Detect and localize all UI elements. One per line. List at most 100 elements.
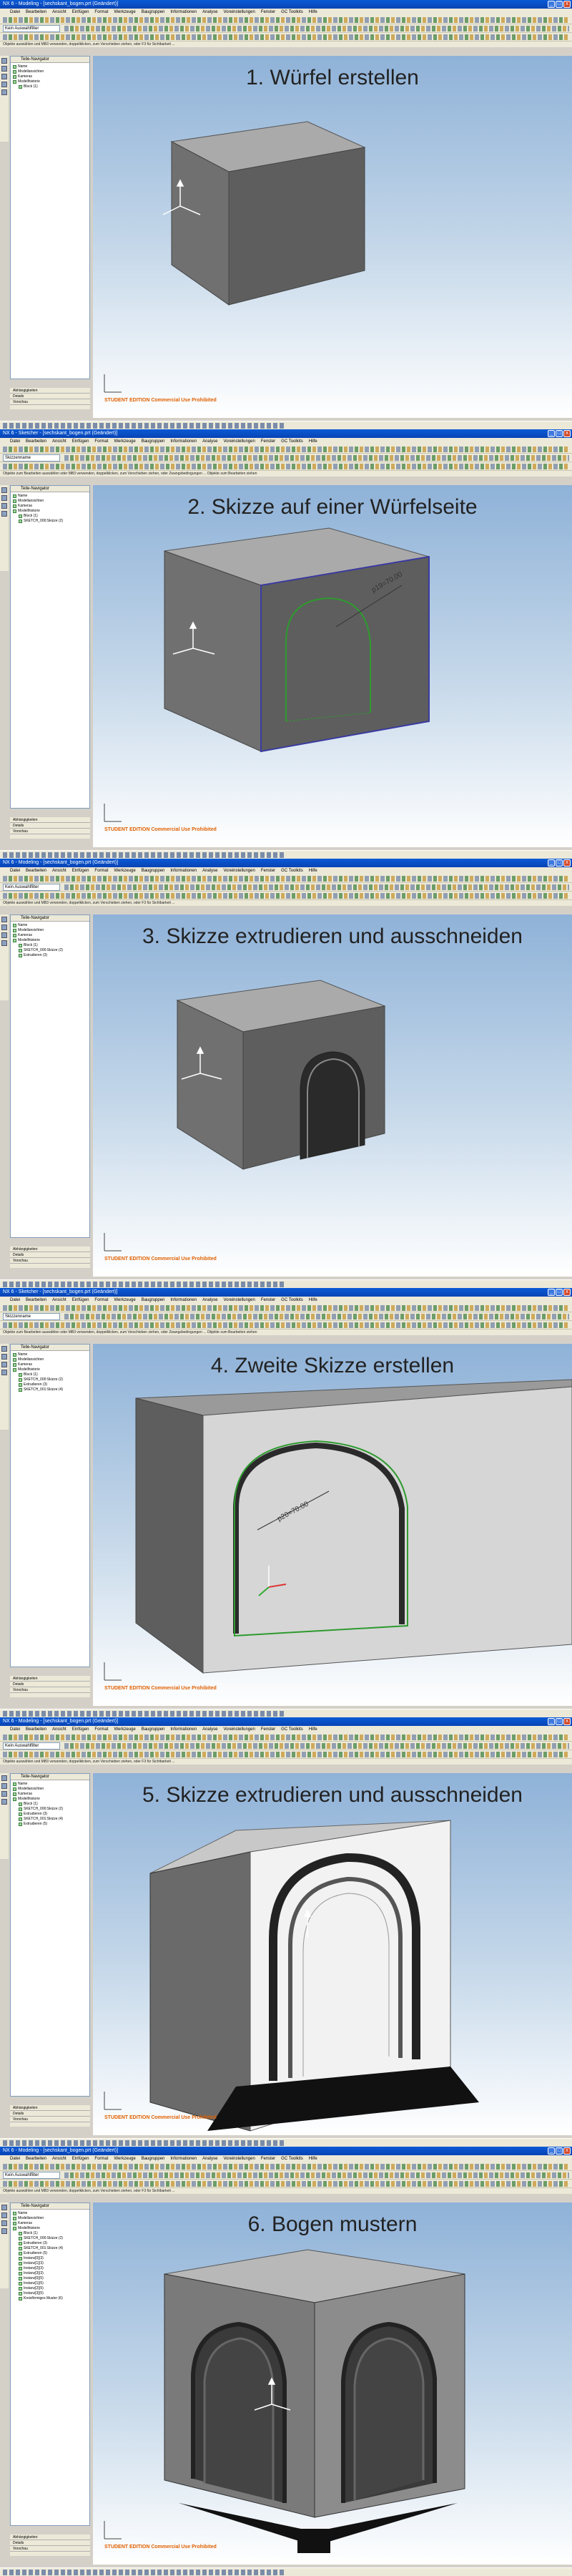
tree-item[interactable]: Block (1)	[13, 2231, 89, 2236]
menu-item-werkzeuge[interactable]: Werkzeuge	[114, 1297, 135, 1304]
standard-toolbar[interactable]	[0, 16, 572, 24]
tree-item[interactable]: SKETCH_001:Skizze (4)	[13, 1817, 89, 1822]
menu-item-hilfe[interactable]: Hilfe	[309, 9, 317, 16]
tree-item[interactable]: Name	[13, 1782, 89, 1787]
minimize-button[interactable]: _	[548, 1289, 555, 1296]
tree-item[interactable]: Instanz[1](3)	[13, 2261, 89, 2266]
menu-item-hilfe[interactable]: Hilfe	[309, 2155, 317, 2162]
assembly-icon[interactable]	[1, 1783, 7, 1789]
menu-item-informationen[interactable]: Informationen	[170, 867, 197, 874]
part-navigator[interactable]: Teile-Navigator Name Modellansichten Kam…	[10, 914, 90, 1238]
standard-toolbar[interactable]	[0, 1733, 572, 1742]
tree-item[interactable]: Modellansichten	[13, 1357, 89, 1362]
part-navigator[interactable]: Teile-Navigator Name Modellansichten Kam…	[10, 56, 90, 379]
menu-item-datei[interactable]: Datei	[10, 2155, 20, 2162]
tree-item[interactable]: Name	[13, 64, 89, 69]
tree-item[interactable]: Block (1)	[13, 514, 89, 519]
details-pane[interactable]: Details	[10, 2111, 90, 2117]
menu-item-werkzeuge[interactable]: Werkzeuge	[114, 867, 135, 874]
tree-item[interactable]: Extrudieren (5)	[13, 2251, 89, 2256]
menu-item-bearbeiten[interactable]: Bearbeiten	[26, 1297, 46, 1304]
maximize-button[interactable]: □	[556, 1, 563, 8]
standard-toolbar[interactable]	[0, 1304, 572, 1312]
menu-item-ansicht[interactable]: Ansicht	[52, 1726, 66, 1733]
sketch-name-combo[interactable]: Skizzenname	[3, 1313, 60, 1320]
preview-pane[interactable]: Vorschau	[10, 2117, 90, 2122]
menu-item-ansicht[interactable]: Ansicht	[52, 9, 66, 16]
menu-item-bearbeiten[interactable]: Bearbeiten	[26, 2155, 46, 2162]
view-toolbar[interactable]: Kein Auswahlfilter	[0, 883, 572, 892]
part-navigator[interactable]: Teile-Navigator Name Modellansichten Kam…	[10, 1344, 90, 1667]
menu-item-ansicht[interactable]: Ansicht	[52, 1297, 66, 1304]
toolbar-icons[interactable]	[64, 455, 569, 461]
standard-toolbar[interactable]	[0, 874, 572, 883]
tree-item[interactable]: Extrudieren (3)	[13, 953, 89, 958]
tree-item[interactable]: Name	[13, 923, 89, 928]
close-button[interactable]: x	[563, 1718, 571, 1725]
menu-item-bearbeiten[interactable]: Bearbeiten	[26, 9, 46, 16]
toolbar-icons[interactable]	[3, 1735, 569, 1740]
tree-item[interactable]: Instanz[0](5)	[13, 2276, 89, 2281]
standard-toolbar[interactable]	[0, 2162, 572, 2171]
graphics-window[interactable]: 3. Skizze extrudieren und ausschneiden S…	[93, 914, 572, 1277]
web-icon[interactable]	[1, 1370, 7, 1375]
toolbar-icons[interactable]	[3, 1305, 569, 1311]
selection-filter-combo[interactable]: Kein Auswahlfilter	[3, 884, 60, 891]
tree-item[interactable]: Modellhistorie	[13, 1367, 89, 1372]
tree-item[interactable]: Modellhistorie	[13, 2226, 89, 2231]
tree-item[interactable]: Modellhistorie	[13, 938, 89, 943]
web-icon[interactable]	[1, 82, 7, 87]
menu-item-datei[interactable]: Datei	[10, 867, 20, 874]
history-icon[interactable]	[1, 1362, 7, 1367]
tree-item[interactable]: Instanz[2](5)	[13, 2286, 89, 2291]
maximize-button[interactable]: □	[556, 430, 563, 437]
tree-item[interactable]: Kameras	[13, 2221, 89, 2226]
toolbar-icons[interactable]	[3, 2164, 569, 2170]
navigator-bottom-panes[interactable]: Abhängigkeiten Details Vorschau	[10, 1676, 90, 1697]
navigator-bottom-panes[interactable]: Abhängigkeiten Details Vorschau	[10, 817, 90, 839]
navigator-icon[interactable]	[1, 487, 7, 493]
menu-item-gc-toolkits[interactable]: GC Toolkits	[281, 438, 303, 445]
menu-item-baugruppen[interactable]: Baugruppen	[142, 9, 165, 16]
menu-item-gc-toolkits[interactable]: GC Toolkits	[281, 867, 303, 874]
menu-item-ansicht[interactable]: Ansicht	[52, 2155, 66, 2162]
menu-item-analyse[interactable]: Analyse	[202, 867, 217, 874]
tree-item[interactable]: Modellhistorie	[13, 79, 89, 84]
menu-item-werkzeuge[interactable]: Werkzeuge	[114, 1726, 135, 1733]
close-button[interactable]: x	[563, 2147, 571, 2155]
tree-item[interactable]: Modellansichten	[13, 2216, 89, 2221]
web-icon[interactable]	[1, 1799, 7, 1805]
preview-pane[interactable]: Vorschau	[10, 1687, 90, 1693]
history-icon[interactable]	[1, 932, 7, 938]
feature-toolbar[interactable]	[0, 892, 572, 900]
bottom-toolbar[interactable]	[0, 421, 572, 429]
menu-item-informationen[interactable]: Informationen	[170, 438, 197, 445]
menu-item-voreinstellungen[interactable]: Voreinstellungen	[223, 438, 255, 445]
menu-item-bearbeiten[interactable]: Bearbeiten	[26, 438, 46, 445]
minimize-button[interactable]: _	[548, 430, 555, 437]
bottom-toolbar[interactable]	[0, 850, 572, 859]
menu-item-format[interactable]: Format	[94, 1297, 108, 1304]
tree-item[interactable]: Kameras	[13, 504, 89, 509]
selection-filter-combo[interactable]: Kein Auswahlfilter	[3, 25, 60, 32]
history-icon[interactable]	[1, 74, 7, 79]
part-navigator[interactable]: Teile-Navigator Name Modellansichten Kam…	[10, 2202, 90, 2526]
bottom-toolbar[interactable]	[0, 2567, 572, 2576]
assembly-icon[interactable]	[1, 924, 7, 930]
tree-item[interactable]: SKETCH_000:Skizze (2)	[13, 1377, 89, 1382]
navigator-icon[interactable]	[1, 2205, 7, 2210]
tree-item[interactable]: Modellansichten	[13, 1787, 89, 1792]
menu-item-baugruppen[interactable]: Baugruppen	[142, 1726, 165, 1733]
menu-item-informationen[interactable]: Informationen	[170, 9, 197, 16]
dependencies-pane[interactable]: Abhängigkeiten	[10, 388, 90, 394]
menu-item-informationen[interactable]: Informationen	[170, 2155, 197, 2162]
menu-item-format[interactable]: Format	[94, 1726, 108, 1733]
menu-item-einfuegen[interactable]: Einfügen	[72, 9, 89, 16]
tree-item[interactable]: SKETCH_000:Skizze (2)	[13, 948, 89, 953]
tree-item[interactable]: Modellansichten	[13, 928, 89, 933]
menu-item-werkzeuge[interactable]: Werkzeuge	[114, 9, 135, 16]
minimize-button[interactable]: _	[548, 859, 555, 867]
menu-item-voreinstellungen[interactable]: Voreinstellungen	[223, 1726, 255, 1733]
menu-item-analyse[interactable]: Analyse	[202, 438, 217, 445]
tree-item[interactable]: Extrudieren (3)	[13, 1812, 89, 1817]
